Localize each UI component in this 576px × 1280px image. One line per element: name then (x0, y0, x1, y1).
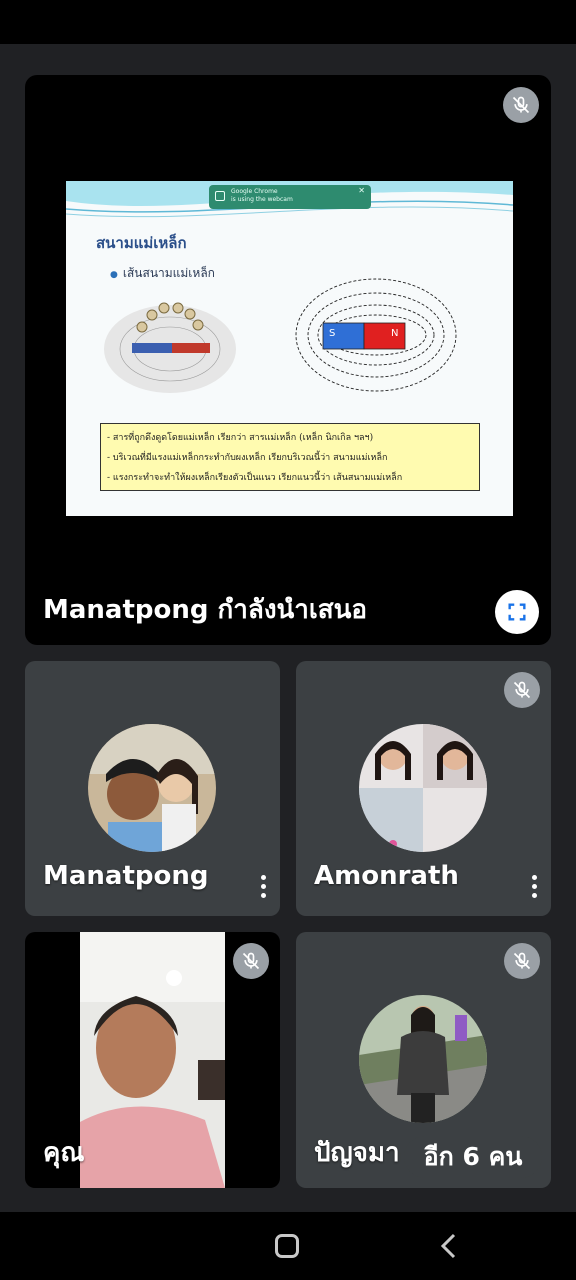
more-options-button[interactable] (253, 869, 273, 903)
slide-line: - บริเวณที่มีแรงแม่เหล็กกระทำกับผงเหล็ก … (107, 453, 388, 463)
mic-off-icon (504, 672, 540, 708)
more-people-button[interactable]: อีก 6 คน (404, 1136, 542, 1178)
presenter-label: Manatpong กำลังนำเสนอ (43, 595, 368, 625)
back-icon[interactable] (438, 1232, 460, 1260)
avatar (359, 995, 487, 1123)
avatar (359, 724, 487, 852)
home-icon[interactable] (275, 1234, 299, 1258)
iron-filings-illustration (104, 302, 236, 393)
slide-line: - สารที่ถูกดึงดูดโดยแม่เหล็ก เรียกว่า สา… (107, 433, 374, 443)
slide-line: - แรงกระทำจะทำให้ผงเหล็กเรียงตัวเป็นแนว … (107, 473, 403, 483)
field-lines-diagram (295, 278, 457, 392)
chrome-webcam-toast[interactable]: Google Chrome is using the webcam ✕ (209, 185, 371, 209)
slide-title: สนามแม่เหล็ก (96, 234, 187, 252)
participant-tile-amonrath[interactable]: Amonrath (296, 661, 551, 916)
participant-name: Amonrath (314, 861, 459, 891)
close-icon[interactable]: ✕ (358, 187, 365, 195)
mic-off-icon (233, 943, 269, 979)
self-video (80, 932, 225, 1188)
status-bar (0, 0, 576, 44)
fullscreen-button[interactable] (495, 590, 539, 634)
webcam-icon (215, 191, 225, 201)
presenter-tile[interactable]: Google Chrome is using the webcam ✕ สนาม… (25, 75, 551, 645)
participant-name: Manatpong (43, 861, 209, 891)
magnet-s-label: S (329, 328, 336, 339)
participant-tile-self[interactable]: คุณ (25, 932, 280, 1188)
avatar (88, 724, 216, 852)
participant-name: ปัญจมา (314, 1138, 400, 1168)
participant-tile-manatpong[interactable]: Manatpong (25, 661, 280, 916)
participant-name: คุณ (43, 1138, 85, 1168)
fullscreen-icon (508, 603, 526, 621)
slide-text-box: - สารที่ถูกดึงดูดโดยแม่เหล็ก เรียกว่า สา… (100, 423, 480, 491)
more-options-button[interactable] (524, 869, 544, 903)
mic-off-icon (504, 943, 540, 979)
mic-off-icon (503, 87, 539, 123)
magnet-n-label: N (391, 328, 399, 339)
shared-slide: Google Chrome is using the webcam ✕ สนาม… (66, 181, 513, 516)
